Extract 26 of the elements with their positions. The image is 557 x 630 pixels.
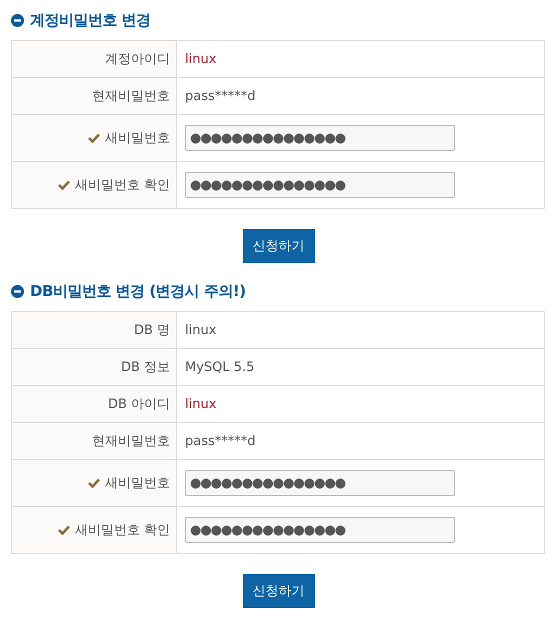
field-label: 현재비밀번호 bbox=[92, 433, 170, 450]
field-label: 새비밀번호 확인 bbox=[74, 522, 170, 539]
field-label: DB 정보 bbox=[120, 359, 170, 376]
password-field[interactable]: ●●●●●●●●●●●●●●● bbox=[185, 470, 455, 496]
field-label: 현재비밀번호 bbox=[92, 88, 170, 105]
field-label: 새비밀번호 bbox=[105, 130, 170, 147]
section-title: 계정비밀번호 변경 bbox=[30, 10, 151, 30]
password-field[interactable]: ●●●●●●●●●●●●●●● bbox=[185, 172, 455, 198]
minus-circle-icon bbox=[11, 14, 24, 26]
password-field[interactable]: ●●●●●●●●●●●●●●● bbox=[185, 517, 455, 543]
field-label: 새비밀번호 bbox=[105, 475, 170, 492]
field-value: MySQL 5.5 bbox=[185, 360, 254, 374]
submit-button[interactable]: 신청하기 bbox=[242, 229, 314, 263]
field-value: pass*****d bbox=[185, 434, 256, 448]
field-label: DB 명 bbox=[134, 322, 170, 339]
field-value: pass*****d bbox=[185, 88, 256, 104]
field-label: 새비밀번호 확인 bbox=[74, 177, 170, 194]
password-field[interactable]: ●●●●●●●●●●●●●●● bbox=[185, 125, 455, 151]
field-value: linux bbox=[185, 396, 216, 412]
field-value: linux bbox=[185, 52, 216, 66]
submit-button[interactable]: 신청하기 bbox=[242, 574, 314, 608]
section-title: DB비밀번호 변경 (변경시 주의!) bbox=[30, 282, 246, 300]
field-value: linux bbox=[185, 322, 216, 338]
minus-circle-icon bbox=[11, 284, 24, 298]
field-label: DB 아이디 bbox=[108, 396, 170, 413]
field-label: 계정아이디 bbox=[105, 51, 170, 68]
